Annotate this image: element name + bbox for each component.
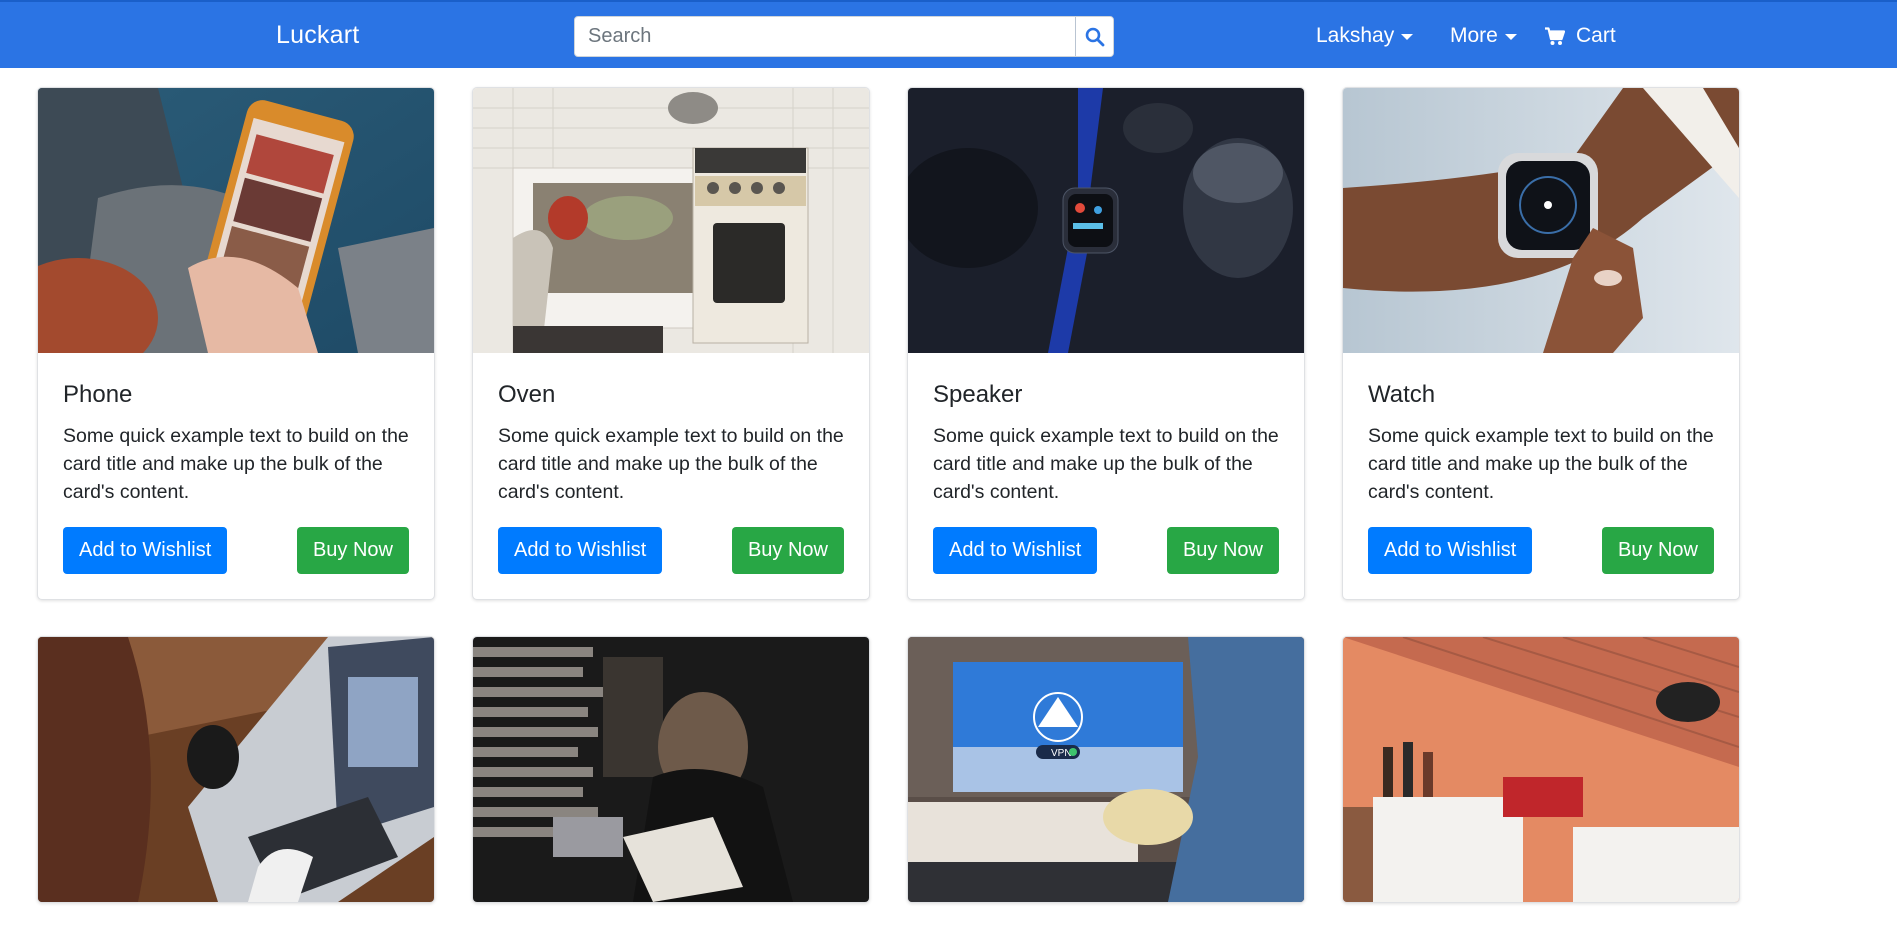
card-body: Oven Some quick example text to build on… — [473, 353, 869, 599]
product-card-oven: Oven Some quick example text to build on… — [472, 87, 870, 600]
cart-label: Cart — [1576, 24, 1616, 47]
card-body: Speaker Some quick example text to build… — [908, 353, 1304, 599]
search-input[interactable] — [575, 17, 1075, 56]
books-photo — [473, 637, 869, 902]
product-card-laptop — [37, 636, 435, 903]
card-text: Some quick example text to build on the … — [498, 425, 844, 503]
card-actions: Add to Wishlist Buy Now — [1368, 527, 1714, 574]
card-body: Watch Some quick example text to build o… — [1343, 353, 1739, 599]
cart-icon — [1545, 26, 1565, 45]
card-actions: Add to Wishlist Buy Now — [933, 527, 1279, 574]
add-to-wishlist-button[interactable]: Add to Wishlist — [63, 527, 228, 574]
card-text: Some quick example text to build on the … — [1368, 425, 1714, 503]
card-title: Oven — [498, 381, 556, 408]
card-title: Watch — [1368, 381, 1436, 408]
kitchen-photo — [1343, 637, 1739, 902]
search-button[interactable] — [1075, 17, 1113, 56]
buy-now-button[interactable]: Buy Now — [1166, 527, 1279, 574]
product-card-watch: Watch Some quick example text to build o… — [1342, 87, 1740, 600]
product-card-books — [472, 636, 870, 903]
product-card-speaker: Speaker Some quick example text to build… — [907, 87, 1305, 600]
search-icon — [1085, 27, 1104, 46]
add-to-wishlist-button[interactable]: Add to Wishlist — [1368, 527, 1533, 574]
card-text: Some quick example text to build on the … — [63, 425, 409, 503]
more-menu-label: More — [1450, 24, 1498, 47]
brand-logo[interactable]: Luckart — [276, 21, 359, 50]
buy-now-button[interactable]: Buy Now — [296, 527, 409, 574]
chevron-down-icon — [1401, 34, 1414, 40]
user-menu-label: Lakshay — [1316, 24, 1395, 47]
buy-now-button[interactable]: Buy Now — [731, 527, 844, 574]
chevron-down-icon — [1504, 34, 1517, 40]
buy-now-button[interactable]: Buy Now — [1601, 527, 1714, 574]
product-card-phone: Phone Some quick example text to build o… — [37, 87, 435, 600]
search-bar — [574, 16, 1114, 57]
add-to-wishlist-button[interactable]: Add to Wishlist — [498, 527, 663, 574]
product-card-tv: VPN — [907, 636, 1305, 903]
card-title: Speaker — [933, 381, 1023, 408]
card-title: Phone — [63, 381, 133, 408]
card-actions: Add to Wishlist Buy Now — [498, 527, 844, 574]
speaker-photo — [908, 88, 1304, 353]
oven-photo — [473, 88, 869, 353]
add-to-wishlist-button[interactable]: Add to Wishlist — [933, 527, 1098, 574]
navbar: Luckart Lakshay More Cart — [0, 0, 1897, 68]
card-body: Phone Some quick example text to build o… — [38, 353, 434, 599]
cart-link[interactable]: Cart — [1545, 24, 1616, 48]
tv-screen-text: VPN — [1051, 748, 1072, 759]
user-menu[interactable]: Lakshay — [1316, 24, 1414, 48]
watch-photo — [1343, 88, 1739, 353]
tv-photo: VPN — [908, 637, 1304, 902]
phone-photo — [38, 88, 434, 353]
laptop-photo — [38, 637, 434, 902]
product-card-kitchen — [1342, 636, 1740, 903]
card-actions: Add to Wishlist Buy Now — [63, 527, 409, 574]
more-menu[interactable]: More — [1450, 24, 1517, 48]
card-text: Some quick example text to build on the … — [933, 425, 1279, 503]
